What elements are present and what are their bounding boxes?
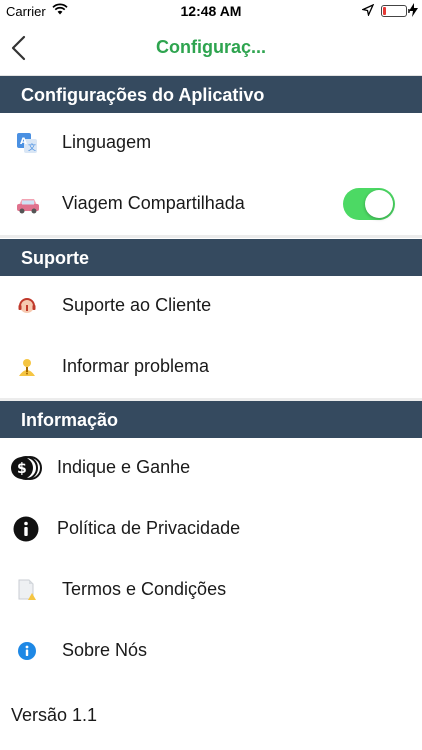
coins-icon: $ [10, 455, 44, 480]
info-black-icon [13, 516, 39, 542]
menu-item-customer-support[interactable]: Suporte ao Cliente [0, 276, 422, 337]
section-header-support: Suporte [0, 239, 422, 276]
shared-ride-toggle[interactable] [343, 188, 395, 220]
section-header-app-settings: Configurações do Aplicativo [0, 76, 422, 113]
menu-item-label: Indique e Ganhe [57, 457, 191, 477]
page-title: Configuraç... [155, 37, 266, 57]
menu-item-label: Informar problema [62, 356, 210, 376]
car-icon [16, 193, 39, 215]
info-blue-icon [16, 640, 38, 662]
charging-bolt-icon [409, 3, 418, 20]
document-icon [16, 579, 38, 601]
navigation-bar: Configuraç... [0, 22, 422, 76]
app-version: Versão 1.1 [11, 705, 98, 725]
status-bar: Carrier 12:48 AM [0, 0, 422, 22]
section-divider [0, 235, 422, 238]
menu-item-label: Sobre Nós [62, 640, 148, 660]
svg-text:文: 文 [28, 142, 36, 152]
menu-item-label: Termos e Condições [62, 579, 227, 599]
toggle-knob [365, 190, 393, 218]
menu-item-shared-ride[interactable]: Viagem Compartilhada [0, 174, 422, 235]
clock: 12:48 AM [180, 3, 242, 19]
location-arrow-icon [360, 3, 375, 19]
menu-item-label: Política de Privacidade [57, 518, 241, 538]
menu-item-label: Viagem Compartilhada [62, 193, 245, 213]
menu-item-terms[interactable]: Termos e Condições [0, 560, 422, 621]
report-icon [16, 356, 38, 378]
battery-icon [381, 5, 410, 17]
battery-level [383, 7, 386, 15]
menu-item-label: Suporte ao Cliente [62, 295, 212, 315]
translate-icon: A 文 [16, 132, 38, 154]
section-header-information: Informação [0, 401, 422, 438]
svg-text:$: $ [17, 461, 27, 477]
menu-item-refer-earn[interactable]: $ Indique e Ganhe [0, 438, 422, 499]
menu-item-language[interactable]: A 文 Linguagem [0, 113, 422, 174]
svg-text:A: A [20, 137, 27, 147]
headset-icon [16, 295, 38, 317]
menu-item-privacy-policy[interactable]: Política de Privacidade [0, 499, 422, 560]
menu-item-report-problem[interactable]: Informar problema [0, 337, 422, 398]
menu-item-label: Linguagem [62, 132, 152, 152]
menu-item-about-us[interactable]: Sobre Nós [0, 621, 422, 682]
